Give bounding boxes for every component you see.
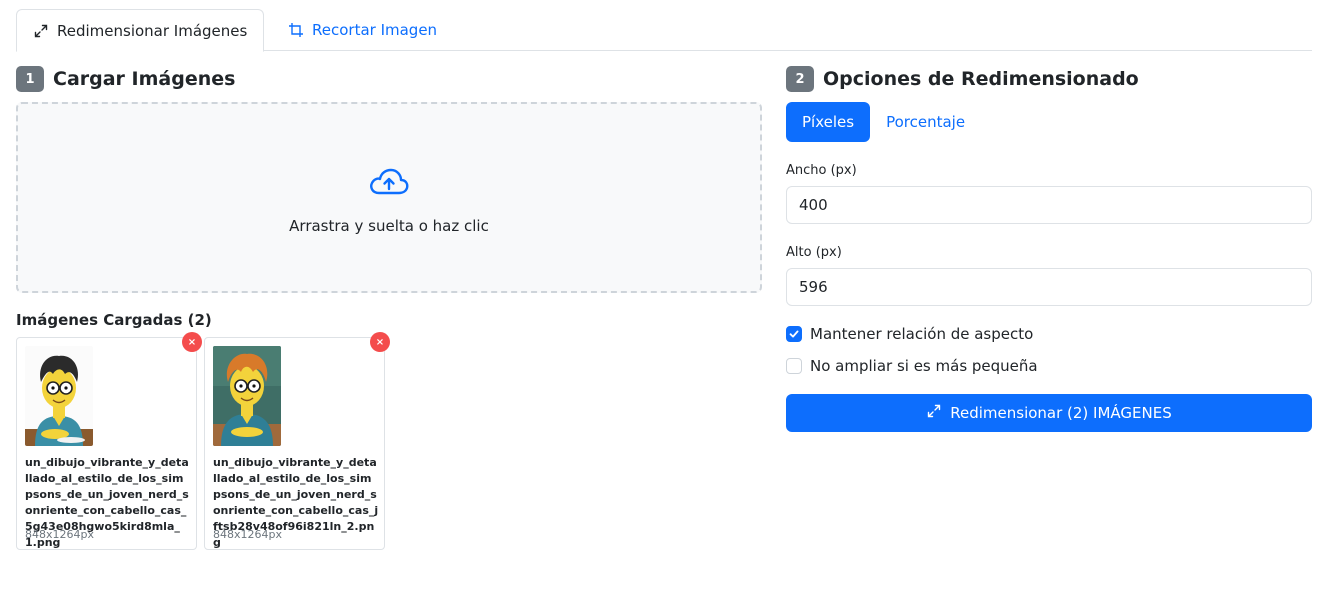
check-icon	[789, 330, 799, 338]
width-input[interactable]	[786, 186, 1312, 224]
step-badge-2: 2	[786, 66, 814, 92]
image-thumbnail	[25, 346, 93, 446]
keep-aspect-option[interactable]: Mantener relación de aspecto	[786, 325, 1033, 343]
resize-submit-label: Redimensionar (2) IMÁGENES	[950, 404, 1172, 422]
image-card: × un_dibujo_vibrante_y_detallado_al_esti…	[16, 332, 202, 550]
upload-section-header: 1 Cargar Imágenes	[16, 66, 235, 92]
keep-aspect-checkbox[interactable]	[786, 326, 802, 342]
crop-icon	[288, 22, 304, 38]
remove-image-button[interactable]: ×	[370, 332, 390, 352]
mode-pixels-button[interactable]: Píxeles	[786, 102, 871, 142]
loaded-images-title: Imágenes Cargadas (2)	[16, 311, 212, 329]
upload-dropzone[interactable]: Arrastra y suelta o haz clic	[16, 102, 762, 293]
no-upscale-checkbox[interactable]	[786, 358, 802, 374]
step-badge-1: 1	[16, 66, 44, 92]
tab-bar: Redimensionar Imágenes Recortar Imagen	[16, 9, 1312, 52]
upload-title: Cargar Imágenes	[53, 68, 236, 90]
resize-mode-selector: Píxeles Porcentaje	[786, 102, 981, 142]
image-dimensions: 848x1264px	[25, 528, 94, 541]
height-label: Alto (px)	[786, 245, 842, 260]
tab-resize-label: Redimensionar Imágenes	[57, 21, 248, 40]
expand-arrows-icon	[926, 403, 942, 423]
tab-resize[interactable]: Redimensionar Imágenes	[16, 9, 265, 52]
tab-crop-label: Recortar Imagen	[312, 21, 438, 39]
width-label: Ancho (px)	[786, 163, 857, 178]
image-thumbnail	[213, 346, 281, 446]
options-section-header: 2 Opciones de Redimensionado	[786, 66, 1139, 92]
resize-submit-button[interactable]: Redimensionar (2) IMÁGENES	[786, 394, 1312, 432]
dropzone-text: Arrastra y suelta o haz clic	[289, 216, 489, 235]
keep-aspect-label: Mantener relación de aspecto	[810, 325, 1034, 343]
image-card: × un_dibujo_vibrante_y_detallado_al_esti…	[204, 332, 390, 550]
mode-percent-button[interactable]: Porcentaje	[870, 102, 981, 142]
no-upscale-label: No ampliar si es más pequeña	[810, 357, 1038, 375]
expand-arrows-icon	[33, 23, 49, 39]
cloud-upload-icon	[368, 167, 410, 201]
remove-image-button[interactable]: ×	[182, 332, 202, 352]
no-upscale-option[interactable]: No ampliar si es más pequeña	[786, 357, 1038, 375]
height-input[interactable]	[786, 268, 1312, 306]
tab-crop[interactable]: Recortar Imagen	[272, 9, 453, 51]
options-title: Opciones de Redimensionado	[823, 68, 1139, 90]
image-dimensions: 848x1264px	[213, 528, 282, 541]
